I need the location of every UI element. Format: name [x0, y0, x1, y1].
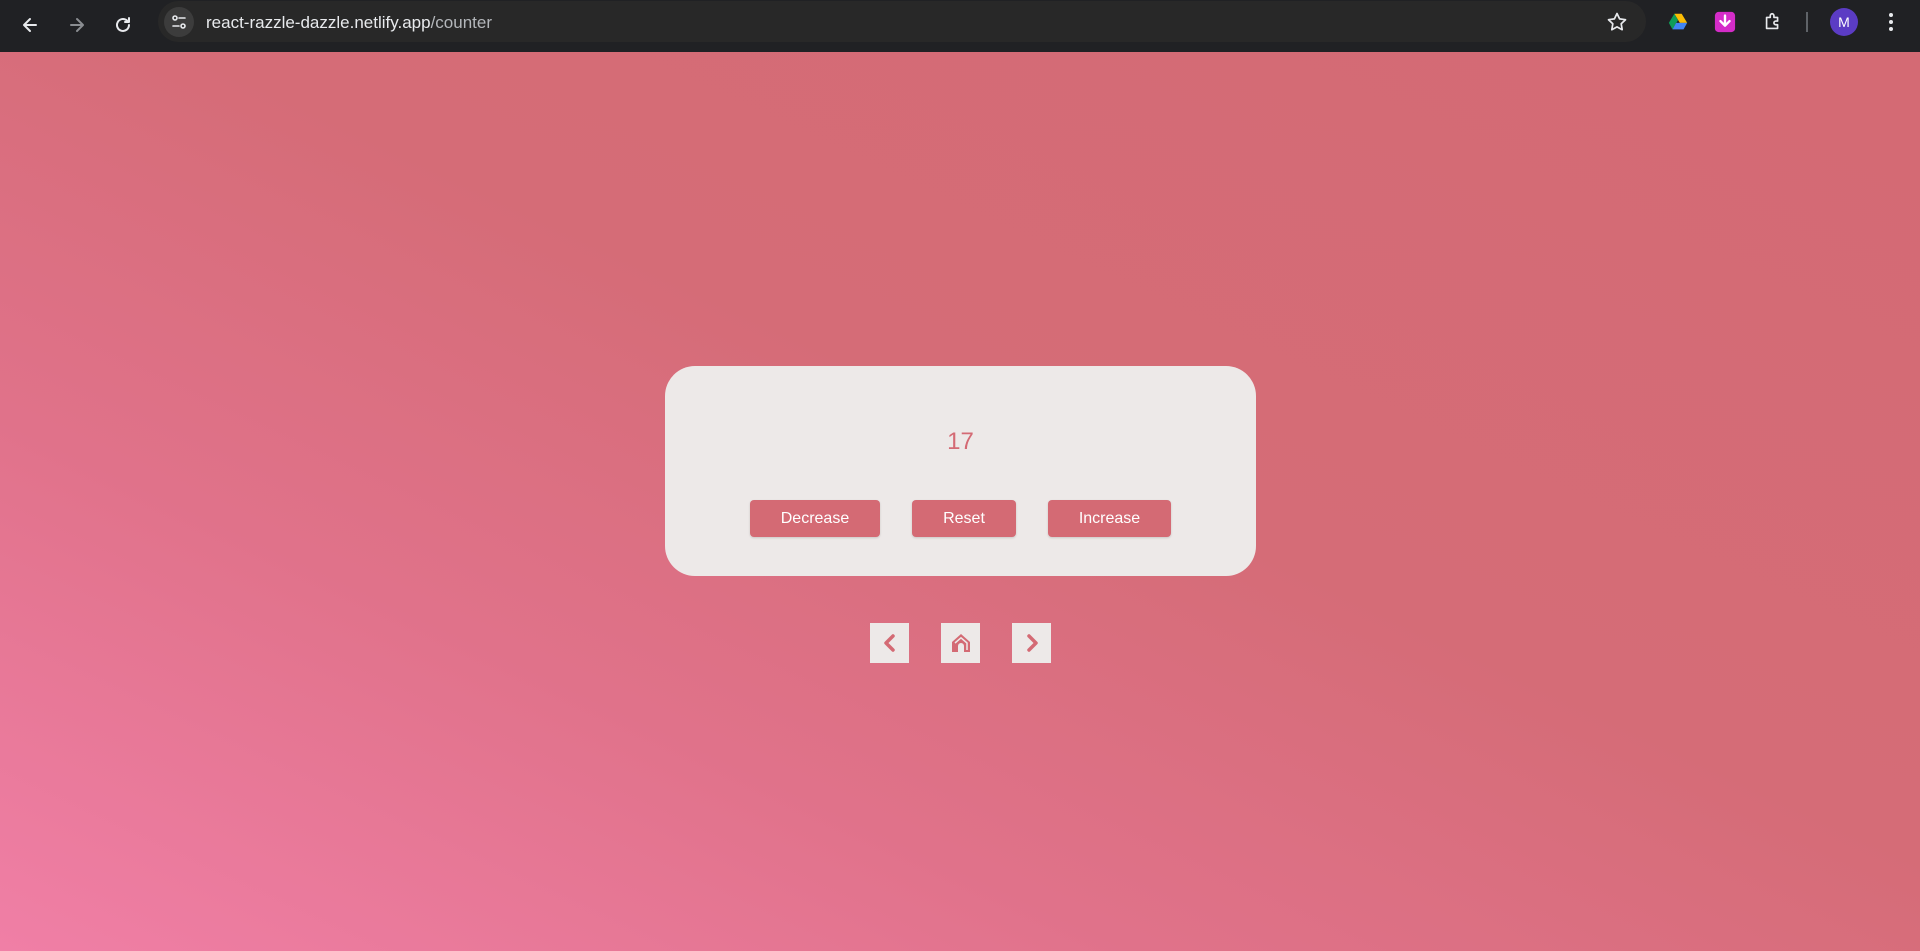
- increase-button[interactable]: Increase: [1048, 500, 1171, 537]
- kebab-menu-icon: [1889, 13, 1893, 31]
- url-text[interactable]: react-razzle-dazzle.netlify.app/counter: [206, 13, 492, 33]
- reload-icon: [116, 17, 130, 32]
- home-icon: [951, 634, 970, 652]
- browser-toolbar: react-razzle-dazzle.netlify.app/counter …: [0, 0, 1920, 52]
- back-arrow-icon: [23, 18, 37, 32]
- download-extension[interactable]: [1713, 10, 1737, 34]
- forward-arrow-icon: [70, 18, 84, 32]
- counter-value: 17: [947, 428, 974, 455]
- site-info-icon: [172, 15, 186, 29]
- toolbar-divider: [1806, 12, 1808, 32]
- reset-button[interactable]: Reset: [912, 500, 1016, 537]
- url-host: react-razzle-dazzle.netlify.app: [206, 13, 431, 32]
- decrease-button[interactable]: Decrease: [750, 500, 880, 537]
- next-page-button[interactable]: [1012, 623, 1051, 663]
- google-drive-extension[interactable]: [1666, 10, 1690, 34]
- bookmark-star-icon: [1607, 12, 1627, 31]
- avatar-letter: M: [1838, 14, 1850, 30]
- chevron-left-icon: [883, 634, 895, 652]
- bookmark-button[interactable]: [1606, 11, 1628, 33]
- counter-card: 17 Decrease Reset Increase: [665, 366, 1256, 576]
- prev-page-button[interactable]: [870, 623, 909, 663]
- download-extension-icon: [1714, 11, 1736, 33]
- url-path: /counter: [430, 13, 492, 32]
- address-bar[interactable]: react-razzle-dazzle.netlify.app/counter: [158, 1, 1646, 42]
- home-button[interactable]: [941, 623, 980, 663]
- reload-button[interactable]: [107, 9, 139, 41]
- browser-menu-button[interactable]: [1880, 10, 1902, 34]
- profile-avatar[interactable]: M: [1830, 8, 1858, 36]
- extensions-button[interactable]: [1761, 10, 1785, 34]
- forward-button[interactable]: [61, 9, 93, 41]
- chevron-right-icon: [1026, 634, 1038, 652]
- back-button[interactable]: [14, 9, 46, 41]
- google-drive-icon: [1668, 13, 1688, 30]
- page-background: 17 Decrease Reset Increase: [0, 52, 1920, 951]
- extensions-puzzle-icon: [1765, 12, 1779, 30]
- site-info-button[interactable]: [164, 7, 194, 37]
